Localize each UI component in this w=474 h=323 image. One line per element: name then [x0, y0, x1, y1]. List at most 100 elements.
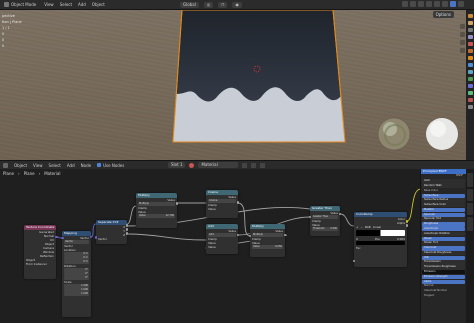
socket[interactable]: [175, 202, 179, 205]
menu-object[interactable]: Object: [92, 2, 105, 7]
value-field[interactable]: Value 0.050: [252, 245, 283, 249]
perspective-icon[interactable]: [459, 48, 465, 53]
socket[interactable]: [125, 224, 129, 227]
fake-user-icon[interactable]: [242, 162, 248, 168]
editor-object-dropdown[interactable]: Object: [14, 163, 27, 168]
pan-icon[interactable]: [459, 32, 465, 37]
node-multiply-2[interactable]: Multiply Value Multiply Clamp Value Valu…: [250, 224, 285, 257]
node-greater-than[interactable]: Greater Than Value Greater Than Clamp Va…: [310, 206, 340, 236]
ramp-interpolation[interactable]: Linear: [373, 225, 382, 229]
node-principled-bsdf[interactable]: Principled BSDF BSDF GGX Random Walk Bas…: [420, 169, 466, 323]
mode-selector[interactable]: Object Mode: [4, 2, 36, 7]
color-ramp-gradient[interactable]: [356, 230, 405, 236]
world-tab-icon[interactable]: [467, 49, 473, 53]
visibility-icon[interactable]: [402, 1, 408, 7]
breadcrumb-item[interactable]: Material: [44, 171, 60, 176]
socket[interactable]: [125, 232, 129, 235]
view-tab[interactable]: [467, 203, 473, 215]
input-roughness[interactable]: Roughness: [422, 222, 465, 227]
options-tab[interactable]: [467, 217, 473, 231]
overlay-icon[interactable]: [418, 1, 424, 7]
node-tab[interactable]: [467, 173, 473, 187]
node-texture-coordinate[interactable]: Texture Coordinate Generated Normal UV O…: [24, 225, 56, 279]
node-multiply-1[interactable]: Multiply Value Multiply Clamp Value Valu…: [136, 193, 177, 228]
threshold-field[interactable]: Threshold 0.500: [312, 227, 338, 231]
solid-shading-icon[interactable]: [442, 1, 448, 7]
unlink-icon[interactable]: [260, 162, 266, 168]
location-z-field[interactable]: 0 m: [64, 260, 89, 264]
snap-icon[interactable]: ⊓: [218, 2, 228, 8]
slot-dropdown[interactable]: Slot 1: [168, 162, 186, 168]
menu-view[interactable]: View: [44, 2, 54, 7]
particles-tab-icon[interactable]: [467, 70, 473, 74]
input-alpha[interactable]: Alpha: [422, 279, 465, 284]
input-anisotropic-rotation[interactable]: Anisotropic Rotation: [422, 231, 465, 237]
input-sheen-tint[interactable]: Sheen Tint: [422, 241, 465, 246]
scale-y-field[interactable]: 1.000: [64, 288, 89, 292]
socket[interactable]: [405, 224, 409, 227]
subsurface-method-dropdown[interactable]: Random Walk: [422, 183, 465, 189]
input-metallic[interactable]: Metallic: [422, 207, 465, 213]
rotation-y-field[interactable]: 0°: [64, 272, 89, 276]
socket[interactable]: [55, 235, 58, 239]
socket[interactable]: [236, 201, 240, 204]
orientation-dropdown[interactable]: Global: [180, 2, 199, 8]
scene-tab-icon[interactable]: [467, 42, 473, 46]
gizmo-icon[interactable]: [410, 1, 416, 7]
node-colorramp[interactable]: ColorRamp Color Alpha + − RGB Linear 0 P…: [354, 212, 407, 267]
3d-viewport[interactable]: pective tion | Plane 1 / 1 0 0 0 Options: [0, 10, 466, 160]
rotation-x-field[interactable]: 0°: [64, 268, 89, 272]
data-tab-icon[interactable]: [467, 91, 473, 95]
menu-select[interactable]: Select: [49, 163, 61, 168]
menu-select[interactable]: Select: [60, 2, 72, 7]
add-stop-icon[interactable]: +: [356, 225, 358, 229]
zoom-icon[interactable]: [459, 24, 465, 29]
distribution-dropdown[interactable]: GGX: [422, 179, 465, 184]
input-clearcoat-roughness[interactable]: Clearcoat Roughness: [422, 250, 465, 256]
input-subsurface-color[interactable]: Subsurface Color: [422, 203, 465, 208]
scale-z-field[interactable]: 1.000: [64, 292, 89, 296]
use-nodes-toggle[interactable]: Use Nodes: [97, 163, 124, 168]
menu-view[interactable]: View: [33, 163, 43, 168]
render-tab-icon[interactable]: [467, 21, 473, 25]
material-shading-icon[interactable]: [450, 1, 456, 7]
from-instancer-checkbox[interactable]: From Instancer: [24, 262, 56, 266]
input-transmission[interactable]: Transmission: [422, 260, 465, 265]
breadcrumb-item[interactable]: Plane: [24, 171, 35, 176]
node-separate-xyz[interactable]: Separate XYZ X Y Z Vector: [96, 220, 127, 244]
menu-add[interactable]: Add: [78, 2, 86, 7]
remove-stop-icon[interactable]: −: [360, 225, 362, 229]
socket[interactable]: [61, 236, 64, 240]
input-clearcoat[interactable]: Clearcoat: [422, 246, 465, 251]
new-material-icon[interactable]: [251, 162, 257, 168]
stop-index[interactable]: 0: [356, 237, 358, 241]
proportional-icon[interactable]: ◉: [232, 2, 242, 8]
operation-dropdown[interactable]: Add: [208, 233, 236, 237]
socket[interactable]: [125, 228, 129, 231]
stop-color-swatch[interactable]: [356, 241, 405, 245]
location-y-field[interactable]: 0 m: [64, 256, 89, 260]
menu-add[interactable]: Add: [67, 163, 75, 168]
socket[interactable]: [94, 236, 98, 239]
physics-tab-icon[interactable]: [467, 77, 473, 81]
input-ior[interactable]: IOR: [422, 255, 465, 261]
output-tab-icon[interactable]: [467, 28, 473, 32]
input-emission[interactable]: Emission: [422, 270, 465, 275]
input-subsurface-radius[interactable]: Subsurface Radius: [422, 198, 465, 203]
node-cosine[interactable]: Cosine Value Cosine Clamp Value: [206, 190, 238, 218]
node-mapping[interactable]: Mapping Vector Vector Vector Location 0 …: [62, 231, 91, 317]
node-canvas[interactable]: Texture Coordinate Generated Normal UV O…: [0, 169, 420, 323]
rendered-shading-icon[interactable]: [458, 1, 464, 7]
pivot-icon[interactable]: ◎: [203, 2, 214, 8]
operation-dropdown[interactable]: Multiply: [252, 233, 283, 237]
view-layer-tab-icon[interactable]: [467, 35, 473, 39]
options-dropdown[interactable]: Options: [432, 11, 454, 18]
scale-x-field[interactable]: 1.000: [64, 284, 89, 288]
menu-node[interactable]: Node: [81, 163, 91, 168]
ramp-color-mode[interactable]: RGB: [365, 225, 371, 229]
breadcrumb-item[interactable]: Plane: [3, 171, 14, 176]
input-specular-tint[interactable]: Specular Tint: [422, 217, 465, 222]
input-sheen[interactable]: Sheen: [422, 236, 465, 241]
input-specular[interactable]: Specular: [422, 212, 465, 218]
input-anisotropic[interactable]: Anisotropic: [422, 226, 465, 232]
